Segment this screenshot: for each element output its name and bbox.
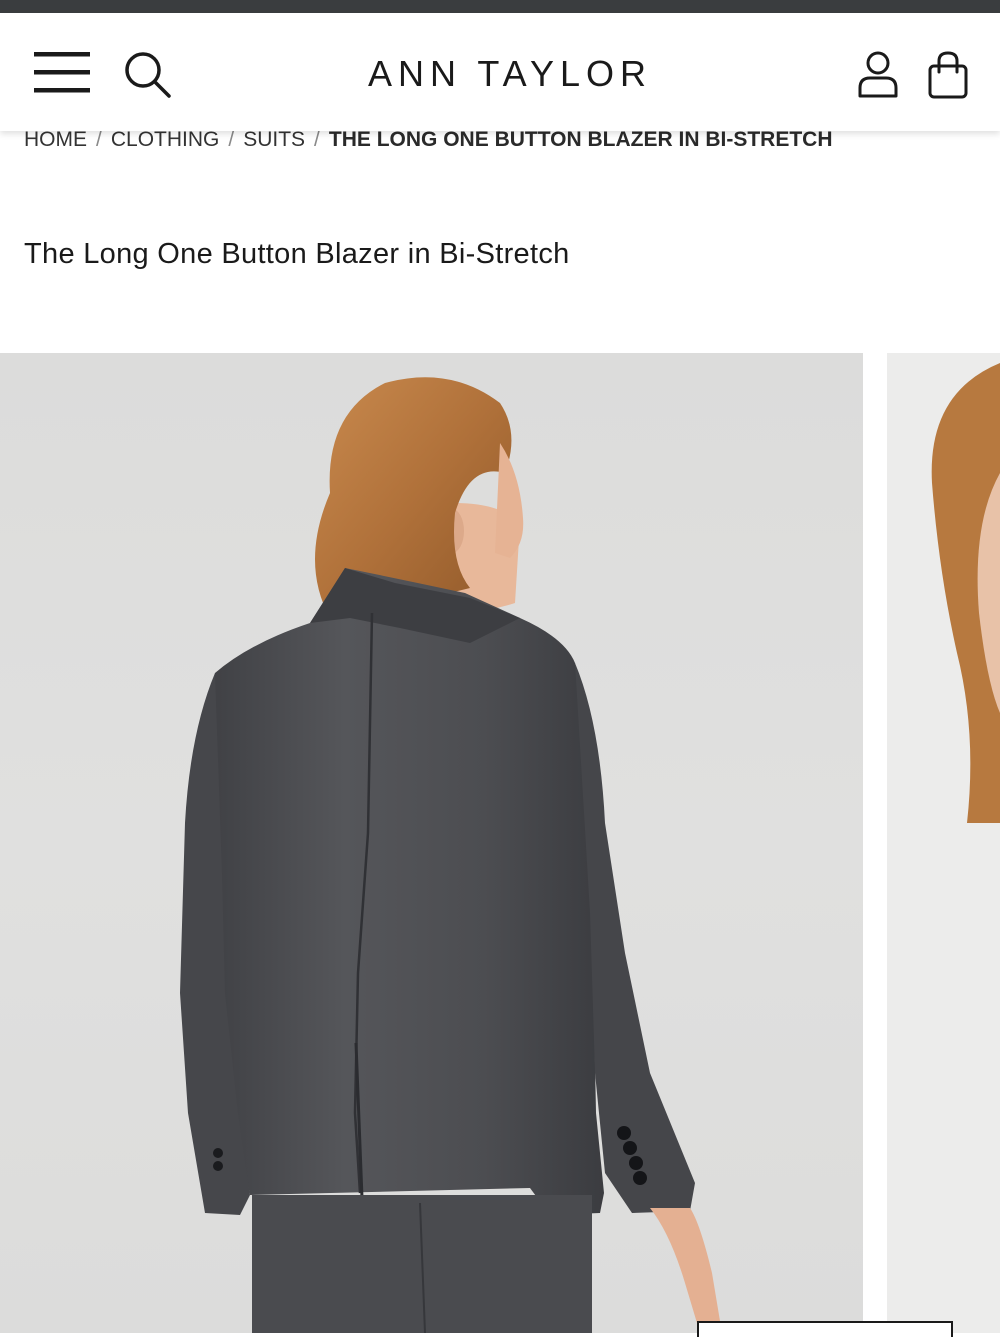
breadcrumb-clothing[interactable]: CLOTHING — [111, 128, 220, 152]
account-button[interactable] — [852, 47, 904, 103]
breadcrumb-separator: / — [96, 128, 102, 151]
product-image-gallery[interactable] — [0, 353, 1000, 1333]
shopping-bag-button[interactable] — [922, 47, 974, 103]
product-image-back-view[interactable] — [0, 353, 863, 1333]
menu-button[interactable] — [30, 45, 94, 101]
site-header: ANN TAYLOR — [0, 13, 1000, 131]
bottom-panel-edge[interactable] — [697, 1321, 953, 1337]
breadcrumb-current: THE LONG ONE BUTTON BLAZER IN BI-STRETCH — [328, 128, 833, 151]
product-title: The Long One Button Blazer in Bi-Stretch — [24, 238, 570, 270]
search-icon — [125, 52, 171, 98]
hamburger-menu-icon — [34, 52, 90, 93]
breadcrumb-separator: / — [314, 128, 320, 151]
account-icon — [858, 51, 898, 98]
model-back-view-illustration — [180, 377, 722, 1333]
breadcrumb-home[interactable]: HOME — [24, 128, 87, 152]
search-button[interactable] — [120, 47, 176, 103]
breadcrumb-separator: / — [228, 128, 235, 151]
brand-logo[interactable]: ANN TAYLOR — [300, 49, 720, 99]
model-front-view-illustration — [931, 363, 1000, 823]
breadcrumb-suits[interactable]: SUITS — [243, 128, 305, 152]
shopping-bag-icon — [928, 51, 968, 99]
product-image-next-preview[interactable] — [887, 353, 1000, 1333]
status-bar — [0, 0, 1000, 13]
